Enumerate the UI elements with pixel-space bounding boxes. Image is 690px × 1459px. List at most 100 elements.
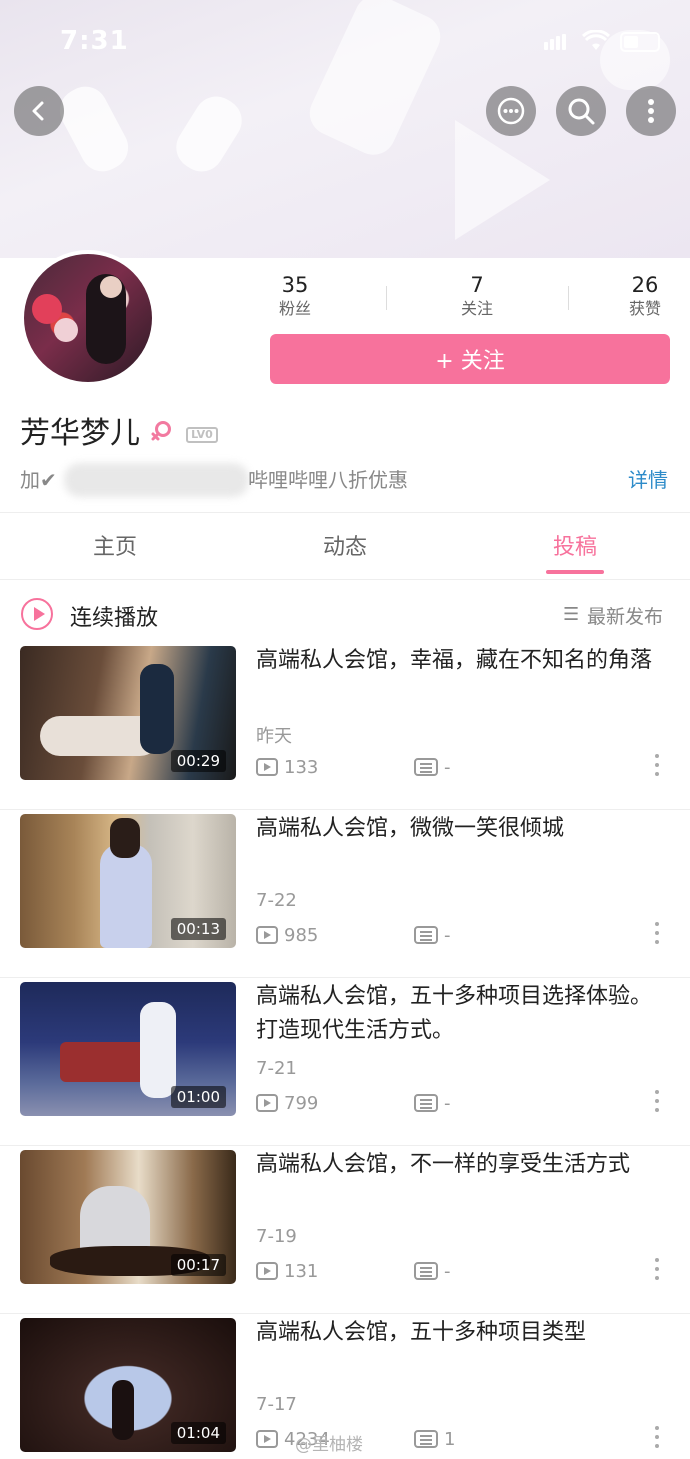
play-count-value: 133 (284, 756, 319, 778)
tab-home[interactable]: 主页 (55, 529, 175, 561)
danmaku-count: - (414, 1092, 451, 1114)
message-icon (496, 96, 526, 126)
video-item[interactable]: 00:13 高端私人会馆，微微一笑很倾城 7-22 985 - (0, 810, 690, 978)
danmaku-value: - (444, 1092, 451, 1114)
tab-uploads[interactable]: 投稿 (515, 529, 635, 561)
video-thumbnail[interactable]: 00:29 (20, 646, 236, 780)
detail-link[interactable]: 详情 (628, 466, 668, 494)
search-icon (566, 96, 596, 126)
video-duration: 00:13 (170, 918, 226, 940)
divider (386, 286, 387, 310)
tab-dynamic[interactable]: 动态 (285, 529, 405, 561)
battery-icon (620, 32, 660, 52)
video-duration: 01:00 (170, 1086, 226, 1108)
banner-play-decoration (455, 120, 550, 240)
active-tab-indicator (546, 570, 604, 574)
danmaku-count: - (414, 756, 451, 778)
danmaku-icon (414, 926, 438, 944)
play-count-icon (256, 926, 278, 944)
video-more-icon[interactable] (652, 922, 662, 948)
search-button[interactable] (556, 86, 606, 136)
sort-button[interactable]: 最新发布 (587, 602, 663, 629)
video-title[interactable]: 高端私人会馆，不一样的享受生活方式 (256, 1148, 666, 1182)
danmaku-icon (414, 1430, 438, 1448)
signature-prefix: 加✔ (20, 468, 57, 492)
play-count: 133 (256, 756, 318, 778)
video-thumbnail[interactable]: 01:04 (20, 1318, 236, 1452)
video-duration: 00:17 (170, 1254, 226, 1276)
video-date: 7-22 (256, 890, 297, 911)
back-icon (28, 100, 50, 122)
banner-decoration (167, 88, 251, 180)
video-title[interactable]: 高端私人会馆，五十多种项目选择体验。打造现代生活方式。 (256, 980, 666, 1048)
video-item[interactable]: 01:00 高端私人会馆，五十多种项目选择体验。打造现代生活方式。 7-21 7… (0, 978, 690, 1146)
more-button[interactable] (626, 86, 676, 136)
play-all-icon[interactable] (21, 598, 53, 630)
video-date: 7-19 (256, 1226, 297, 1247)
video-thumbnail[interactable]: 00:17 (20, 1150, 236, 1284)
likes-label: 获赞 (628, 299, 661, 318)
fans-count: 35 (281, 273, 309, 297)
danmaku-count: - (414, 1260, 451, 1282)
video-duration: 01:04 (170, 1422, 226, 1444)
video-more-icon[interactable] (652, 1090, 662, 1116)
video-title[interactable]: 高端私人会馆，微微一笑很倾城 (256, 812, 666, 846)
likes-count: 26 (631, 273, 659, 297)
level-badge: LV0 (186, 427, 218, 443)
video-more-icon[interactable] (652, 1258, 662, 1284)
status-bar: 7:31 (0, 0, 690, 80)
video-item[interactable]: 00:17 高端私人会馆，不一样的享受生活方式 7-19 131 - (0, 1146, 690, 1314)
play-count: 799 (256, 1092, 318, 1114)
play-count-icon (256, 1262, 278, 1280)
following-count: 7 (470, 273, 484, 297)
play-count-value: 799 (284, 1092, 319, 1114)
danmaku-value: - (444, 924, 451, 946)
fans-stat[interactable]: 35 粉丝 (245, 272, 345, 320)
back-button[interactable] (14, 86, 64, 136)
fans-label: 粉丝 (278, 299, 311, 318)
watermark: @里柚楼 (295, 1435, 363, 1455)
more-icon (647, 98, 655, 124)
play-count: 131 (256, 1260, 318, 1282)
danmaku-icon (414, 1262, 438, 1280)
danmaku-value: - (444, 1260, 451, 1282)
divider (568, 286, 569, 310)
video-date: 7-21 (256, 1058, 297, 1079)
video-title[interactable]: 高端私人会馆，幸福，藏在不知名的角落 (256, 644, 666, 678)
wifi-icon (581, 29, 611, 58)
danmaku-icon (414, 1094, 438, 1112)
danmaku-count: 1 (414, 1428, 455, 1450)
video-title[interactable]: 高端私人会馆，五十多种项目类型 (256, 1316, 666, 1350)
danmaku-icon (414, 758, 438, 776)
video-duration: 00:29 (170, 750, 226, 772)
video-thumbnail[interactable]: 01:00 (20, 982, 236, 1116)
danmaku-count: - (414, 924, 451, 946)
banner-decoration (52, 78, 136, 180)
user-name: 芳华梦儿 (20, 416, 140, 451)
message-button[interactable] (486, 86, 536, 136)
continuous-play-button[interactable]: 连续播放 (70, 600, 158, 632)
avatar[interactable] (20, 250, 156, 386)
following-label: 关注 (460, 299, 493, 318)
signal-icon (544, 34, 568, 50)
profile-page: 7:31 35 粉丝 7 关注 26 获赞 + 关注 芳华梦儿 LV0 加✔ 哔… (0, 0, 690, 1459)
play-count-icon (256, 1430, 278, 1448)
video-date: 7-17 (256, 1394, 297, 1415)
video-more-icon[interactable] (652, 754, 662, 780)
status-time: 7:31 (60, 26, 129, 56)
profile-stats: 35 粉丝 7 关注 26 获赞 (250, 272, 690, 322)
play-count-value: 131 (284, 1260, 319, 1282)
video-date: 昨天 (256, 726, 292, 747)
sort-icon[interactable]: ☰ (563, 604, 579, 625)
play-count-value: 985 (284, 924, 319, 946)
following-stat[interactable]: 7 关注 (427, 272, 527, 320)
follow-button[interactable]: + 关注 (270, 334, 670, 384)
signature-text: 哔哩哔哩八折优惠 (248, 468, 408, 492)
female-icon (150, 420, 172, 453)
profile-tabs: 主页 动态 投稿 (0, 512, 690, 580)
video-item[interactable]: 00:29 高端私人会馆，幸福，藏在不知名的角落 昨天 133 - (0, 642, 690, 810)
blurred-region (64, 463, 249, 497)
video-more-icon[interactable] (652, 1426, 662, 1452)
likes-stat[interactable]: 26 获赞 (595, 272, 690, 320)
video-thumbnail[interactable]: 00:13 (20, 814, 236, 948)
